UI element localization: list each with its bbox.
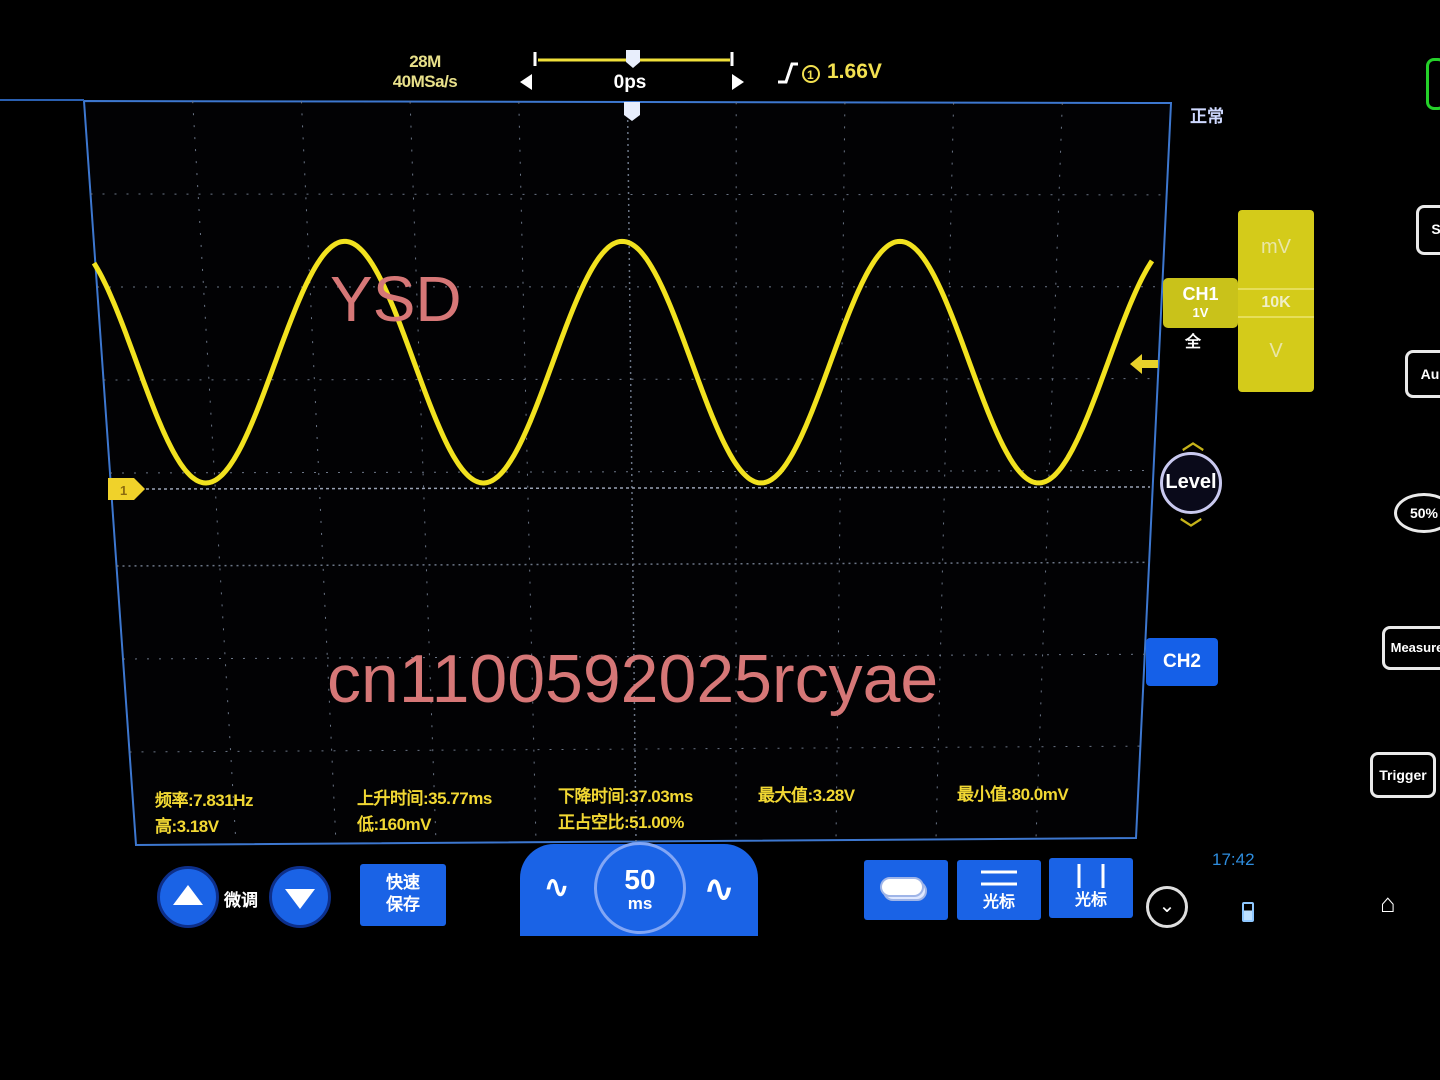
quick-save-line2: 保存 [386, 895, 420, 914]
timebase-increase-icon[interactable]: ∿ [704, 868, 734, 910]
time-right-arrow [732, 74, 744, 90]
fine-down-button[interactable] [269, 866, 331, 928]
timebase-value: 50 [624, 864, 656, 895]
unit-v[interactable]: V [1238, 340, 1314, 363]
ch1-name: CH1 [1182, 284, 1219, 304]
ch2-button[interactable]: CH2 [1146, 638, 1218, 686]
cursor-vertical-button[interactable]: 光标 [1049, 858, 1133, 918]
power-led-icon [1426, 58, 1440, 110]
quick-save-button[interactable]: 快速 保存 [360, 864, 446, 926]
level-down-icon[interactable]: ﹀ [1180, 512, 1202, 544]
quick-save-line1: 快速 [386, 873, 420, 892]
unit-mv[interactable]: mV [1238, 236, 1314, 259]
ch1-scale: 1V [1192, 305, 1209, 320]
level-button[interactable]: Level [1160, 452, 1222, 514]
watermark-ysd: YSD [330, 263, 462, 335]
cursor-horizontal-button[interactable]: 光标 [957, 860, 1041, 920]
auto-button[interactable]: Au [1405, 350, 1440, 398]
timebase-decrease-icon[interactable]: ∿ [544, 870, 569, 905]
battery-icon [1242, 902, 1254, 922]
trigger-level[interactable]: 1.66V [827, 60, 882, 84]
unit-10k[interactable]: 10K [1238, 288, 1314, 318]
unit-selector[interactable]: mV 10K V [1238, 210, 1314, 392]
sample-rate: 40MSa/s [392, 72, 458, 91]
layers-icon [880, 877, 927, 901]
time-offset[interactable]: 0ps [590, 72, 670, 94]
cursor-vertical-label: 光标 [1074, 892, 1107, 909]
timebase-dial[interactable]: 50 ms [594, 842, 686, 934]
single-button[interactable]: S [1416, 205, 1440, 255]
ch1-badge[interactable]: CH1 1V [1163, 278, 1238, 328]
rising-edge-icon [778, 62, 798, 84]
measure-min: 最小值:80.0mV [957, 785, 1069, 804]
acquire-mode[interactable]: 正常 [1190, 102, 1224, 127]
arrow-down-icon [285, 889, 315, 909]
svg-text:1: 1 [807, 68, 814, 82]
measure-fall-time: 下降时间:37.03ms [558, 787, 693, 806]
chevron-down-icon: ⌄ [1158, 895, 1176, 917]
grid-frame [82, 99, 1173, 847]
measure-low: 低:160mV [357, 815, 431, 834]
collapse-menu-button[interactable]: ⌄ [1146, 886, 1188, 928]
watermark-code: cn1100592025rcyae [327, 641, 939, 717]
fine-adjust-label: 微调 [224, 891, 258, 910]
trigger-button[interactable]: Trigger [1370, 752, 1436, 798]
measure-duty-cycle: 正占空比:51.00% [558, 813, 684, 832]
measure-frequency: 频率:7.831Hz [155, 791, 253, 810]
measure-group-1: 频率:7.831Hz 高:3.18V [155, 788, 253, 840]
fine-up-button[interactable] [157, 866, 219, 928]
measure-high: 高:3.18V [155, 817, 219, 836]
time-left-arrow [520, 74, 532, 90]
memory-depth: 28M [409, 52, 441, 71]
arrow-up-icon [173, 885, 203, 905]
ch1-ground-label: 1 [120, 483, 127, 498]
measure-button[interactable]: Measure [1382, 626, 1440, 670]
acquisition-info[interactable]: 28M 40MSa/s [380, 52, 470, 92]
display-button[interactable] [864, 860, 948, 920]
cursor-horizontal-label: 光标 [982, 894, 1015, 911]
measure-rise-time: 上升时间:35.77ms [357, 789, 492, 808]
clock: 17:42 [1212, 850, 1255, 869]
top-border-line [0, 99, 84, 101]
measure-max: 最大值:3.28V [758, 786, 855, 805]
measure-group-2: 上升时间:35.77ms 低:160mV [357, 786, 492, 838]
timebase-unit: ms [627, 894, 653, 913]
home-icon[interactable]: ⌂ [1380, 888, 1396, 919]
ch1-bandwidth: 全 [1185, 334, 1202, 351]
measure-group-3: 下降时间:37.03ms 正占空比:51.00% [558, 784, 693, 836]
